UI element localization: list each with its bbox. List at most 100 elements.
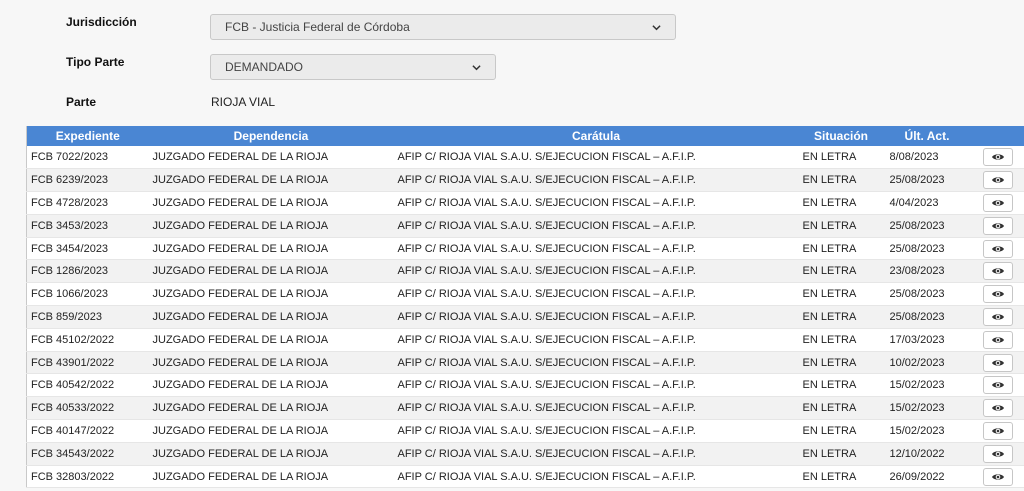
cell-expediente: FCB 1066/2023 bbox=[26, 282, 149, 307]
view-button[interactable] bbox=[982, 307, 1013, 326]
cell-caratula: AFIP C/ RIOJA VIAL S.A.U. S/EJECUCION FI… bbox=[393, 465, 799, 489]
eye-icon bbox=[991, 268, 1004, 274]
cell-caratula: AFIP C/ RIOJA VIAL S.A.U. S/EJECUCION FI… bbox=[393, 191, 799, 215]
cell-ult-act: 26/09/2022 bbox=[883, 465, 971, 489]
cell-ult-act: 25/08/2023 bbox=[883, 168, 971, 193]
cell-ult-act: 23/08/2023 bbox=[883, 259, 971, 284]
table-row[interactable]: FCB 40533/2022 JUZGADO FEDERAL DE LA RIOJ… bbox=[26, 396, 1024, 421]
table-row[interactable]: FCB 3453/2023 JUZGADO FEDERAL DE LA RIOJA… bbox=[26, 214, 1024, 238]
cell-expediente: FCB 7022/2023 bbox=[26, 146, 149, 170]
table-header: Expediente Dependencia Carátula Situació… bbox=[26, 126, 1024, 146]
cell-actions bbox=[970, 328, 1024, 352]
cell-situacion: EN LETRA bbox=[798, 282, 884, 307]
cell-expediente: FCB 1286/2023 bbox=[26, 259, 149, 284]
cell-situacion: EN LETRA bbox=[798, 328, 884, 352]
column-header-expediente[interactable]: Expediente bbox=[26, 126, 149, 146]
view-button[interactable] bbox=[982, 330, 1013, 349]
table-row[interactable]: FCB 4728/2023 JUZGADO FEDERAL DE LA RIOJA… bbox=[26, 191, 1024, 215]
cell-actions bbox=[970, 442, 1024, 466]
table-row[interactable]: FCB 40542/2022 JUZGADO FEDERAL DE LA RIOJ… bbox=[26, 373, 1024, 398]
view-button[interactable] bbox=[982, 353, 1013, 372]
table-row[interactable]: FCB 859/2023 JUZGADO FEDERAL DE LA RIOJA A… bbox=[26, 305, 1024, 329]
cell-actions bbox=[970, 237, 1024, 261]
view-button[interactable] bbox=[982, 421, 1013, 440]
cell-expediente: FCB 43901/2022 bbox=[26, 351, 149, 375]
cell-situacion: EN LETRA bbox=[798, 168, 884, 193]
table-row[interactable]: FCB 6239/2023 JUZGADO FEDERAL DE LA RIOJA… bbox=[26, 168, 1024, 193]
view-button[interactable] bbox=[982, 171, 1013, 190]
eye-icon bbox=[991, 359, 1004, 366]
cell-situacion: EN LETRA bbox=[798, 214, 884, 238]
eye-icon bbox=[991, 451, 1004, 457]
chevron-down-icon bbox=[652, 24, 661, 30]
column-header-caratula[interactable]: Carátula bbox=[393, 126, 799, 146]
jurisdiccion-select[interactable]: FCB - Justicia Federal de Córdoba bbox=[210, 14, 676, 40]
view-button[interactable] bbox=[982, 193, 1013, 212]
cell-situacion: EN LETRA bbox=[798, 373, 884, 398]
view-button[interactable] bbox=[982, 239, 1013, 258]
table-row[interactable]: FCB 7022/2023 JUZGADO FEDERAL DE LA RIOJA… bbox=[26, 146, 1024, 170]
column-header-situacion[interactable]: Situación bbox=[798, 126, 884, 146]
cell-ult-act: 4/04/2023 bbox=[883, 191, 971, 215]
table-row[interactable]: FCB 43901/2022 JUZGADO FEDERAL DE LA RIOJ… bbox=[26, 351, 1024, 375]
cell-actions bbox=[970, 259, 1024, 284]
cell-expediente: FCB 40533/2022 bbox=[26, 396, 149, 421]
view-button[interactable] bbox=[982, 262, 1013, 281]
results-table: Expediente Dependencia Carátula Situació… bbox=[26, 126, 1024, 489]
view-button[interactable] bbox=[982, 399, 1013, 418]
eye-icon bbox=[991, 337, 1004, 343]
cell-caratula: AFIP C/ RIOJA VIAL S.A.U. S/EJECUCION FI… bbox=[393, 282, 799, 307]
view-button[interactable] bbox=[982, 467, 1013, 486]
column-header-dependencia[interactable]: Dependencia bbox=[148, 126, 394, 146]
table-row[interactable]: FCB 32803/2022 JUZGADO FEDERAL DE LA RIOJ… bbox=[26, 465, 1024, 489]
cell-actions bbox=[970, 282, 1024, 307]
table-row[interactable]: FCB 40147/2022 JUZGADO FEDERAL DE LA RIOJ… bbox=[26, 419, 1024, 443]
cell-dependencia: JUZGADO FEDERAL DE LA RIOJA bbox=[148, 351, 394, 375]
cell-actions bbox=[970, 396, 1024, 421]
cell-dependencia: JUZGADO FEDERAL DE LA RIOJA bbox=[148, 191, 394, 215]
cell-actions bbox=[970, 191, 1024, 215]
view-button[interactable] bbox=[982, 376, 1013, 395]
parte-value: RIOJA VIAL bbox=[211, 95, 276, 109]
cell-expediente: FCB 40147/2022 bbox=[26, 419, 149, 443]
table-row[interactable]: FCB 1286/2023 JUZGADO FEDERAL DE LA RIOJA… bbox=[26, 259, 1024, 284]
table-row[interactable]: FCB 1066/2023 JUZGADO FEDERAL DE LA RIOJA… bbox=[26, 282, 1024, 307]
cell-ult-act: 12/10/2022 bbox=[883, 442, 971, 466]
table-row[interactable]: FCB 45102/2022 JUZGADO FEDERAL DE LA RIOJ… bbox=[26, 328, 1024, 352]
cell-actions bbox=[970, 168, 1024, 193]
table-row[interactable]: FCB 34543/2022 JUZGADO FEDERAL DE LA RIOJ… bbox=[26, 442, 1024, 466]
cell-expediente: FCB 34543/2022 bbox=[26, 442, 149, 466]
cell-dependencia: JUZGADO FEDERAL DE LA RIOJA bbox=[148, 282, 394, 307]
cell-situacion: EN LETRA bbox=[798, 259, 884, 284]
tipo-parte-select[interactable]: DEMANDADO bbox=[210, 54, 496, 80]
cell-caratula: AFIP C/ RIOJA VIAL S.A.U. S/EJECUCION FI… bbox=[393, 351, 799, 375]
eye-icon bbox=[991, 154, 1004, 160]
cell-ult-act: 15/02/2023 bbox=[883, 419, 971, 443]
jurisdiccion-label: Jurisdicción bbox=[66, 15, 137, 29]
cell-ult-act: 15/02/2023 bbox=[883, 396, 971, 421]
cell-expediente: FCB 4728/2023 bbox=[26, 191, 149, 215]
cell-dependencia: JUZGADO FEDERAL DE LA RIOJA bbox=[148, 168, 394, 193]
view-button[interactable] bbox=[982, 285, 1013, 304]
cell-dependencia: JUZGADO FEDERAL DE LA RIOJA bbox=[148, 328, 394, 352]
view-button[interactable] bbox=[982, 444, 1013, 463]
cell-expediente: FCB 6239/2023 bbox=[26, 168, 149, 193]
column-header-ult-act[interactable]: Últ. Act. bbox=[883, 126, 971, 146]
cell-ult-act: 25/08/2023 bbox=[883, 214, 971, 238]
cell-caratula: AFIP C/ RIOJA VIAL S.A.U. S/EJECUCION FI… bbox=[393, 396, 799, 421]
view-button[interactable] bbox=[982, 148, 1013, 167]
cell-caratula: AFIP C/ RIOJA VIAL S.A.U. S/EJECUCION FI… bbox=[393, 442, 799, 466]
cell-actions bbox=[970, 351, 1024, 375]
cell-dependencia: JUZGADO FEDERAL DE LA RIOJA bbox=[148, 146, 394, 170]
cell-dependencia: JUZGADO FEDERAL DE LA RIOJA bbox=[148, 442, 394, 466]
column-header-actions bbox=[970, 126, 1024, 146]
cell-actions bbox=[970, 214, 1024, 238]
table-row[interactable]: FCB 3454/2023 JUZGADO FEDERAL DE LA RIOJA… bbox=[26, 237, 1024, 261]
cell-caratula: AFIP C/ RIOJA VIAL S.A.U. S/EJECUCION FI… bbox=[393, 168, 799, 193]
cell-caratula: AFIP C/ RIOJA VIAL S.A.U. S/EJECUCION FI… bbox=[393, 373, 799, 398]
cell-situacion: EN LETRA bbox=[798, 237, 884, 261]
jurisdiccion-select-value: FCB - Justicia Federal de Córdoba bbox=[225, 20, 410, 34]
view-button[interactable] bbox=[982, 216, 1013, 235]
eye-icon bbox=[991, 314, 1004, 320]
cell-dependencia: JUZGADO FEDERAL DE LA RIOJA bbox=[148, 465, 394, 489]
